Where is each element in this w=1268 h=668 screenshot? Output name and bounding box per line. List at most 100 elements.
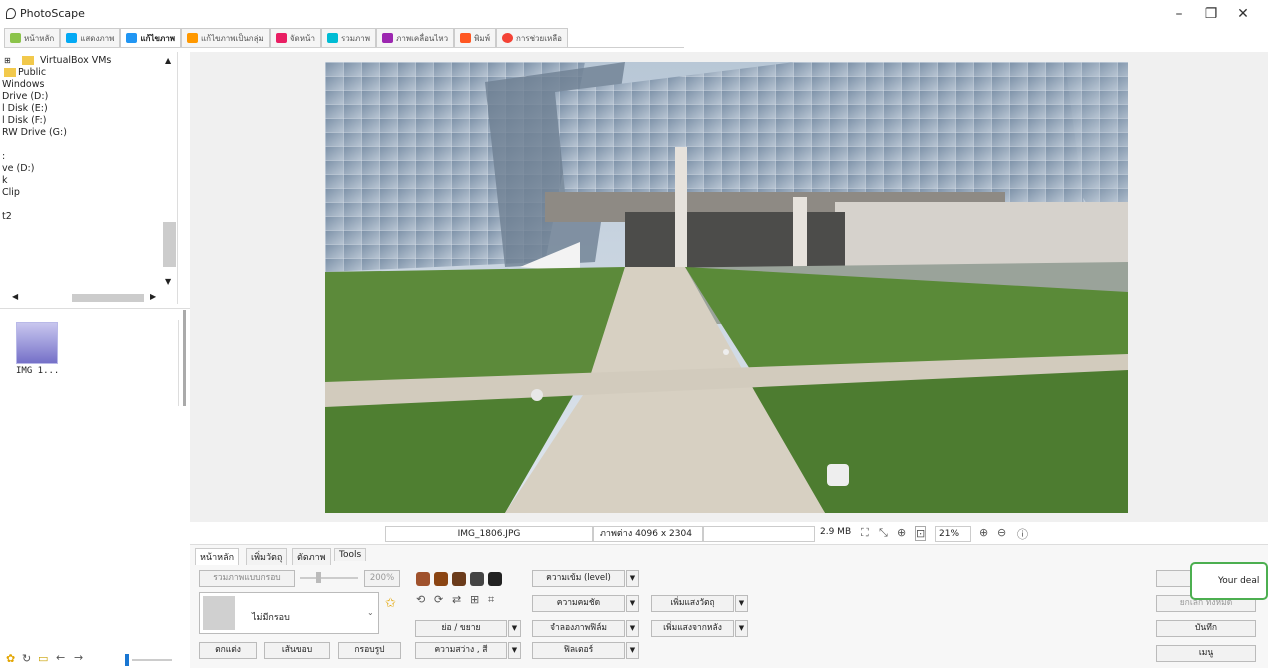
border-button[interactable]: เส้นขอบ <box>264 642 330 659</box>
folder-icon <box>22 56 34 65</box>
deal-toast[interactable]: Your deal <box>1190 562 1268 600</box>
info-icon[interactable]: ⓘ <box>1017 526 1028 542</box>
zoom-value-field[interactable]: 200% <box>364 570 400 587</box>
folder-icon <box>4 68 16 77</box>
tree-item[interactable]: : <box>2 151 5 162</box>
refresh-icon[interactable]: ↻ <box>22 652 31 665</box>
gif-tab-icon <box>382 33 394 43</box>
thumbnail-size-slider[interactable] <box>125 654 129 666</box>
tree-item[interactable]: Drive (D:) <box>2 91 48 102</box>
horizontal-scrollbar-thumb[interactable] <box>72 294 144 302</box>
restore-button[interactable]: ❐ <box>1201 4 1221 24</box>
tree-item[interactable]: RW Drive (G:) <box>2 127 67 138</box>
zoom-in-icon[interactable]: ⊕ <box>897 526 906 539</box>
backlight-button[interactable]: เพิ่มแสงจากหลัง <box>651 620 734 637</box>
scroll-right-icon[interactable]: ▶ <box>150 292 156 301</box>
auto-contrast-icon[interactable] <box>452 572 466 586</box>
folder-icon[interactable]: ▭ <box>38 652 48 665</box>
flip-icon[interactable]: ⇄ <box>452 593 461 606</box>
fit-screen-icon[interactable]: ⛶ <box>861 526 869 540</box>
status-empty-field <box>703 526 815 542</box>
filter-button[interactable]: ฟิลเตอร์ <box>532 642 625 659</box>
crop-icon[interactable]: ⌗ <box>488 593 494 607</box>
tree-item[interactable]: Public <box>18 67 46 78</box>
home-tab-icon <box>10 33 21 43</box>
tab-print[interactable]: พิมพ์ <box>454 28 496 47</box>
object-light-button[interactable]: เพิ่มแสงวัตถุ <box>651 595 734 612</box>
batch-tab-icon <box>186 33 198 43</box>
tree-item[interactable]: k <box>2 175 8 186</box>
subtab-home[interactable]: หน้าหลัก <box>195 548 240 565</box>
scroll-track[interactable] <box>178 320 188 406</box>
brightness-dropdown[interactable]: ▼ <box>508 642 521 659</box>
auto-color-icon[interactable] <box>416 572 430 586</box>
sharpen-button[interactable]: ความคมชัด <box>532 595 625 612</box>
backlight-dropdown[interactable]: ▼ <box>735 620 748 637</box>
object-light-dropdown[interactable]: ▼ <box>735 595 748 612</box>
star-icon[interactable]: ✩ <box>385 596 396 611</box>
tab-page[interactable]: จัดหน้า <box>269 28 321 47</box>
menu-button[interactable]: เมนู <box>1156 645 1256 662</box>
zoom-fit-icon[interactable]: ⊡ <box>915 526 927 541</box>
film-effect-button[interactable]: จำลองภาพฟิล์ม <box>532 620 625 637</box>
tree-item[interactable]: t2 <box>2 211 12 222</box>
tab-home[interactable]: หน้าหลัก <box>4 28 61 47</box>
level-dropdown[interactable]: ▼ <box>626 570 639 587</box>
grayscale-icon[interactable] <box>470 572 484 586</box>
scroll-down-icon[interactable]: ▼ <box>165 277 171 286</box>
image-thumbnail[interactable] <box>16 322 58 364</box>
close-button[interactable]: ✕ <box>1233 4 1253 24</box>
tree-item[interactable]: VirtualBox VMs <box>40 55 111 66</box>
tree-item[interactable]: l Disk (E:) <box>2 103 48 114</box>
sharpen-dropdown[interactable]: ▼ <box>626 595 639 612</box>
save-button[interactable]: บันทึก <box>1156 620 1256 637</box>
tab-help[interactable]: การช่วยเหลือ <box>495 28 568 47</box>
slider-track[interactable] <box>132 659 172 661</box>
tab-editor[interactable]: แก้ไขภาพ <box>120 28 181 47</box>
tab-combine[interactable]: รวมภาพ <box>320 28 377 47</box>
print-tab-icon <box>460 33 472 43</box>
zoom-slider[interactable] <box>300 577 358 579</box>
filter-dropdown[interactable]: ▼ <box>626 642 639 659</box>
chevron-down-icon[interactable]: ⌄ <box>367 608 374 617</box>
editor-tab-icon <box>126 33 138 43</box>
rotate-right-icon[interactable]: ⟳ <box>434 593 443 606</box>
scroll-up-icon[interactable]: ▲ <box>165 56 171 65</box>
tab-batch-editor[interactable]: แก้ไขภาพเป็นกลุ่ม <box>180 28 270 47</box>
actual-size-icon[interactable]: ⤡ <box>879 526 888 540</box>
straighten-icon[interactable]: ⊞ <box>470 593 479 606</box>
photo-canvas[interactable] <box>325 62 1128 513</box>
resize-button[interactable]: ย่อ / ขยาย <box>415 620 507 637</box>
decorate-button[interactable]: ตกแต่ง <box>199 642 257 659</box>
expand-icon[interactable]: ⊞ <box>4 56 11 65</box>
auto-level-icon[interactable] <box>434 572 448 586</box>
minimize-button[interactable]: – <box>1169 4 1189 24</box>
zoom-level[interactable]: 21% <box>935 526 971 542</box>
forward-arrow-icon[interactable]: → <box>74 651 83 664</box>
brightness-color-button[interactable]: ความสว่าง , สี <box>415 642 507 659</box>
combine-frame-button[interactable]: รวมภาพแบบกรอบ <box>199 570 295 587</box>
zoom-minus-icon[interactable]: ⊖ <box>997 526 1006 539</box>
subtab-tools[interactable]: Tools <box>334 548 367 561</box>
subtab-crop[interactable]: ตัดภาพ <box>292 548 331 565</box>
tab-animated-gif[interactable]: ภาพเคลื่อนไหว <box>376 28 455 47</box>
favorite-icon[interactable]: ✿ <box>6 652 15 665</box>
frame-button[interactable]: กรอบรูป <box>338 642 401 659</box>
zoom-slider-thumb[interactable] <box>316 572 321 583</box>
tree-item[interactable]: Clip <box>2 187 20 198</box>
film-dropdown[interactable]: ▼ <box>626 620 639 637</box>
resize-dropdown[interactable]: ▼ <box>508 620 521 637</box>
rotate-left-icon[interactable]: ⟲ <box>416 593 425 606</box>
tree-item[interactable]: ve (D:) <box>2 163 34 174</box>
tree-item[interactable]: Windows <box>2 79 44 90</box>
zoom-plus-icon[interactable]: ⊕ <box>979 526 988 539</box>
subtab-object[interactable]: เพิ่มวัตถุ <box>246 548 288 565</box>
tree-item[interactable]: l Disk (F:) <box>2 115 46 126</box>
tab-viewer[interactable]: แสดงภาพ <box>60 28 121 47</box>
vertical-scrollbar-thumb[interactable] <box>163 222 176 267</box>
level-button[interactable]: ความเข้ม (level) <box>532 570 625 587</box>
negative-icon[interactable] <box>488 572 502 586</box>
scroll-left-icon[interactable]: ◀ <box>12 292 18 301</box>
back-arrow-icon[interactable]: ← <box>56 651 65 664</box>
thumbnail-label: IMG 1... <box>16 366 60 376</box>
